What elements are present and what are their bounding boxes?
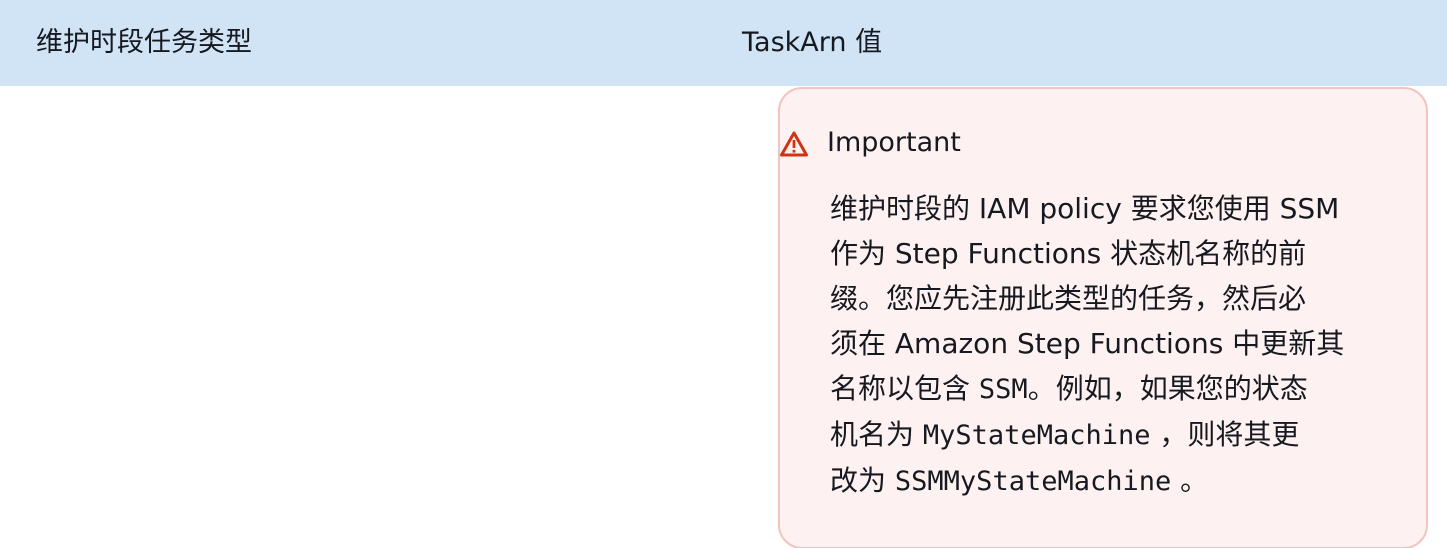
task-arn-table: 维护时段任务类型 TaskArn 值 Important 维护时段的 IAM p… [0,0,1447,548]
alert-line: 机名为 MyStateMachine ，则将其更 [830,412,1390,458]
header-taskarn-value: TaskArn 值 [742,27,883,58]
header-task-type: 维护时段任务类型 [36,27,252,58]
warning-icon [780,131,808,157]
code-ssm: SSM [978,374,1028,405]
alert-line: 须在 Amazon Step Functions 中更新其 [830,327,1345,360]
alert-text: 名称以包含 [830,372,979,405]
alert-title: Important [827,127,961,158]
alert-line: 作为 Step Functions 状态机名称的前 [830,237,1307,270]
alert-text: 。 [1171,464,1209,497]
table-cell-task-type [0,86,718,548]
alert-text: 。例如，如果您的状态 [1027,372,1308,405]
alert-text: ，则将其更 [1150,418,1300,451]
table-header-row: 维护时段任务类型 TaskArn 值 [0,0,1447,86]
alert-body: 维护时段的 IAM policy 要求您使用 SSM 作为 Step Funct… [830,186,1390,504]
code-mystatemachine: MyStateMachine [922,420,1151,451]
alert-line: 维护时段的 IAM policy 要求您使用 SSM [830,192,1340,225]
alert-text: 机名为 [830,418,923,451]
alert-line: 改为 SSMMyStateMachine 。 [830,458,1390,504]
alert-line: 缀。您应先注册此类型的任务，然后必 [830,282,1307,315]
alert-line: 名称以包含 SSM。例如，如果您的状态 [830,366,1390,412]
alert-text: 改为 [830,464,895,497]
code-ssmmystatemachine: SSMMyStateMachine [894,466,1172,497]
